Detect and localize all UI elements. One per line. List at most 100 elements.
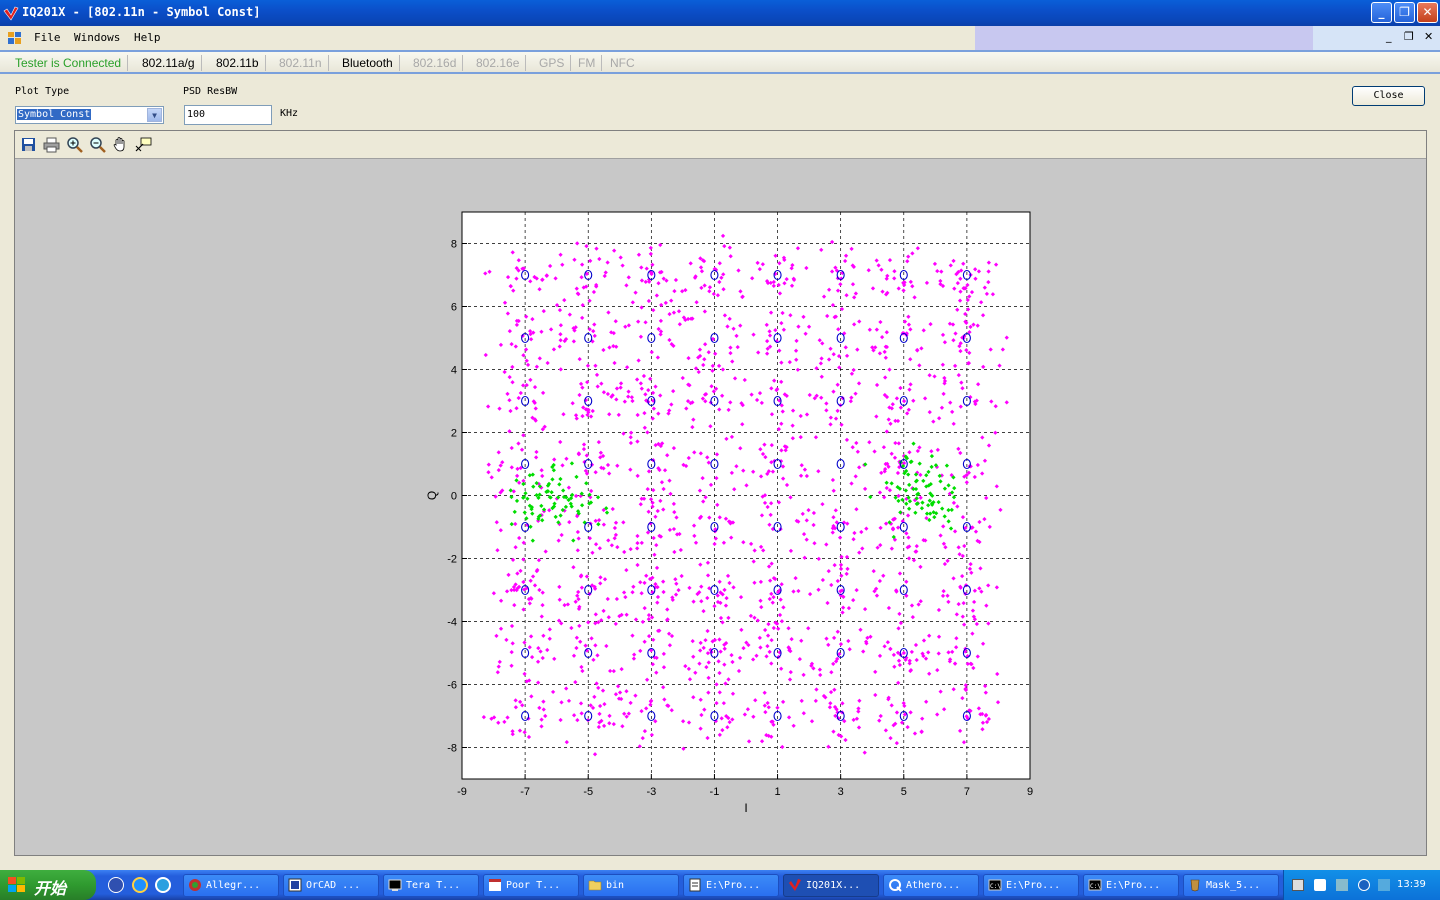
plot-type-select[interactable]: Symbol Const ▼ bbox=[15, 106, 164, 124]
iq201x-icon bbox=[789, 879, 801, 891]
task-bin-folder[interactable]: bin bbox=[583, 874, 679, 897]
task-label: IQ201X... bbox=[806, 880, 861, 891]
x-tick-label: 7 bbox=[964, 786, 970, 798]
psd-unit-label: KHz bbox=[280, 108, 299, 119]
network-icon[interactable] bbox=[1336, 879, 1348, 891]
clapper-icon bbox=[489, 879, 501, 891]
mdi-close-button[interactable]: ✕ bbox=[1424, 30, 1433, 43]
task-atheros[interactable]: Athero... bbox=[883, 874, 979, 897]
y-tick-label: -6 bbox=[447, 680, 457, 692]
y-tick-label: -2 bbox=[447, 554, 457, 566]
tab-fm[interactable]: FM bbox=[572, 55, 603, 71]
console-icon: C:\ bbox=[1088, 879, 1102, 891]
minimize-button[interactable]: _ bbox=[1371, 2, 1392, 23]
mdi-minimize-button[interactable]: _ bbox=[1386, 30, 1392, 43]
help-quicklaunch-icon[interactable] bbox=[108, 877, 124, 893]
mdi-restore-button[interactable]: ❐ bbox=[1404, 30, 1414, 43]
task-mask[interactable]: Mask_5... bbox=[1183, 874, 1279, 897]
task-cmd-2[interactable]: C:\ E:\Pro... bbox=[1083, 874, 1179, 897]
x-axis-label: I bbox=[744, 801, 747, 815]
tab-nfc[interactable]: NFC bbox=[604, 55, 641, 71]
atheros-icon bbox=[889, 879, 902, 892]
menu-file[interactable]: File bbox=[34, 31, 61, 44]
y-tick-label: -4 bbox=[447, 617, 457, 629]
task-orcad[interactable]: OrCAD ... bbox=[283, 874, 379, 897]
task-cmd-1[interactable]: C:\ E:\Pro... bbox=[983, 874, 1079, 897]
back-arrow-icon[interactable] bbox=[1358, 879, 1370, 891]
x-tick-label: 9 bbox=[1027, 786, 1033, 798]
x-tick-label: 3 bbox=[838, 786, 844, 798]
tab-802-11n[interactable]: 802.11n bbox=[273, 55, 329, 71]
tab-802-16d[interactable]: 802.16d bbox=[407, 55, 464, 71]
clock: 13:39 bbox=[1397, 879, 1426, 890]
technology-tab-strip: Tester is Connected 802.11a/g 802.11b 80… bbox=[0, 50, 1440, 74]
plot-type-value: Symbol Const bbox=[17, 109, 92, 120]
menu-bar: File Windows Help _ ❐ ✕ bbox=[0, 26, 1440, 50]
monitor-icon[interactable] bbox=[1378, 879, 1390, 891]
task-editor[interactable]: E:\Pro... bbox=[683, 874, 779, 897]
task-label: OrCAD ... bbox=[306, 880, 361, 891]
tab-802-11b[interactable]: 802.11b bbox=[210, 55, 266, 71]
x-tick-label: -5 bbox=[583, 786, 593, 798]
y-tick-label: 2 bbox=[451, 428, 457, 440]
taskbar: 开始 Allegr... OrCAD ... Tera T... Poor T.… bbox=[0, 870, 1440, 900]
tab-bluetooth[interactable]: Bluetooth bbox=[336, 55, 400, 71]
console-icon: C:\ bbox=[988, 879, 1002, 891]
close-window-button[interactable]: ✕ bbox=[1417, 2, 1438, 23]
svg-text:C:\: C:\ bbox=[1090, 883, 1101, 890]
x-tick-label: -7 bbox=[520, 786, 530, 798]
task-label: E:\Pro... bbox=[1106, 880, 1161, 891]
y-tick-label: 6 bbox=[451, 302, 457, 314]
system-tray: 13:39 bbox=[1283, 870, 1440, 900]
start-button[interactable]: 开始 bbox=[0, 870, 96, 900]
task-label: E:\Pro... bbox=[706, 880, 761, 891]
tab-802-16e[interactable]: 802.16e bbox=[470, 55, 527, 71]
menu-help[interactable]: Help bbox=[134, 31, 161, 44]
close-button[interactable]: Close bbox=[1352, 86, 1425, 106]
x-tick-label: 5 bbox=[901, 786, 907, 798]
allegro-icon bbox=[189, 879, 201, 891]
task-label: E:\Pro... bbox=[1006, 880, 1061, 891]
mdi-child-icon[interactable] bbox=[8, 32, 21, 44]
tester-status: Tester is Connected bbox=[9, 55, 129, 71]
y-axis-label: Q bbox=[425, 491, 439, 500]
start-label: 开始 bbox=[34, 879, 67, 898]
menu-windows[interactable]: Windows bbox=[74, 31, 120, 44]
browser-quicklaunch-icon[interactable] bbox=[155, 877, 171, 893]
task-label: Poor T... bbox=[506, 880, 561, 891]
task-label: Tera T... bbox=[406, 880, 461, 891]
x-tick-label: -1 bbox=[710, 786, 720, 798]
x-tick-label: 1 bbox=[774, 786, 780, 798]
task-poor-terminal[interactable]: Poor T... bbox=[483, 874, 579, 897]
restore-button[interactable]: ❐ bbox=[1394, 2, 1415, 23]
task-tera-term[interactable]: Tera T... bbox=[383, 874, 479, 897]
chevron-down-icon[interactable]: ▼ bbox=[147, 108, 162, 122]
svg-text:C:\: C:\ bbox=[990, 883, 1001, 890]
tab-gps[interactable]: GPS bbox=[533, 55, 572, 71]
orcad-icon bbox=[288, 878, 302, 892]
ie-quicklaunch-icon[interactable] bbox=[132, 877, 148, 893]
x-tick-label: -3 bbox=[646, 786, 656, 798]
task-label: Athero... bbox=[906, 880, 961, 891]
task-label: bin bbox=[606, 880, 625, 891]
windows-flag-icon bbox=[8, 877, 25, 892]
title-bar: IQ201X - [802.11n - Symbol Const] _ ❐ ✕ bbox=[0, 0, 1440, 26]
y-tick-label: 8 bbox=[451, 239, 457, 251]
mask-icon bbox=[1190, 879, 1200, 892]
task-label: Allegr... bbox=[206, 880, 261, 891]
psd-resbw-label: PSD ResBW bbox=[183, 86, 238, 97]
keyboard-icon[interactable] bbox=[1292, 879, 1304, 891]
psd-resbw-input[interactable]: 100 bbox=[184, 105, 272, 125]
plot-frame: -9 -7 -5 -3 -1 1 3 5 7 9 -8 -6 -4 -2 0 2 4 6 8 I Q bbox=[14, 130, 1427, 856]
notepad-icon bbox=[689, 878, 701, 892]
y-tick-label: 4 bbox=[451, 365, 457, 377]
app-icon bbox=[3, 6, 19, 21]
tab-802-11ag[interactable]: 802.11a/g bbox=[136, 55, 202, 71]
window-title: IQ201X - [802.11n - Symbol Const] bbox=[22, 5, 261, 19]
task-allegro[interactable]: Allegr... bbox=[183, 874, 279, 897]
task-iq201x[interactable]: IQ201X... bbox=[783, 874, 879, 897]
help-tray-icon[interactable] bbox=[1314, 879, 1326, 891]
plot-type-label: Plot Type bbox=[15, 86, 70, 97]
terminal-icon bbox=[388, 879, 402, 891]
y-tick-label: -8 bbox=[447, 743, 457, 755]
